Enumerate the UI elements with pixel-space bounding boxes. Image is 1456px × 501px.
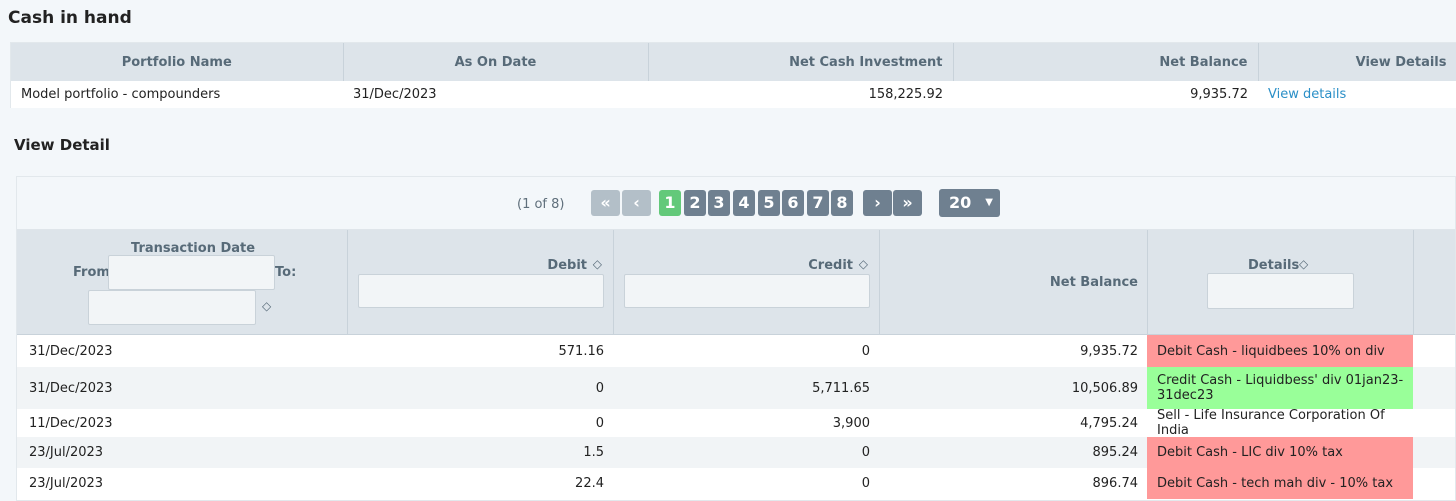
debit-filter-input[interactable] bbox=[358, 274, 604, 308]
summary-row: Model portfolio - compounders 31/Dec/202… bbox=[11, 81, 1456, 108]
date-cell: 31/Dec/2023 bbox=[29, 380, 113, 396]
prev-page-button[interactable]: ‹ bbox=[622, 190, 651, 216]
summary-table-container: Portfolio Name As On Date Net Cash Inves… bbox=[10, 42, 1456, 108]
page-button-4[interactable]: 4 bbox=[733, 190, 755, 216]
debit-cell: 571.16 bbox=[558, 343, 605, 359]
rows-per-page-value: 20 bbox=[949, 193, 972, 212]
net-balance-cell: 4,795.24 bbox=[1080, 415, 1138, 431]
net-balance-label: Net Balance bbox=[1049, 275, 1138, 290]
debit-cell: 0 bbox=[595, 415, 604, 431]
transaction-date-header: Transaction Date From: To: ◇ bbox=[17, 230, 347, 335]
net-cash-investment-cell: 158,225.92 bbox=[648, 81, 953, 108]
as-on-date-cell: 31/Dec/2023 bbox=[343, 81, 648, 108]
page-button-5[interactable]: 5 bbox=[758, 190, 780, 216]
first-page-button[interactable]: « bbox=[591, 190, 620, 216]
credit-label: Credit bbox=[808, 258, 853, 273]
sort-icon[interactable]: ◇ bbox=[262, 299, 271, 313]
credit-cell: 0 bbox=[861, 445, 870, 460]
page-button-1[interactable]: 1 bbox=[659, 190, 681, 216]
net-balance-cell: 10,506.89 bbox=[1071, 380, 1138, 396]
table-row: 11/Dec/2023 0 3,900 4,795.24 Sell - Life… bbox=[17, 408, 1455, 438]
chevron-left-icon: ‹ bbox=[633, 193, 640, 212]
paginator: (1 of 8) « ‹ 1 2 3 4 5 6 7 8 › » 20 ▼ bbox=[17, 177, 1455, 230]
credit-cell: 0 bbox=[861, 476, 870, 491]
table-row: 23/Jul/2023 22.4 0 896.74 Debit Cash - t… bbox=[17, 468, 1455, 499]
debit-cell: 22.4 bbox=[575, 476, 604, 491]
double-chevron-right-icon: » bbox=[902, 193, 913, 212]
view-details-link[interactable]: View details bbox=[1268, 87, 1346, 102]
credit-cell: 5,711.65 bbox=[812, 380, 870, 396]
debit-label: Debit bbox=[547, 258, 587, 273]
col-header-net-balance: Net Balance bbox=[953, 43, 1259, 81]
to-date-input[interactable] bbox=[88, 290, 256, 325]
credit-filter-input[interactable] bbox=[624, 274, 870, 308]
debit-cell: 0 bbox=[595, 380, 604, 396]
page-button-2[interactable]: 2 bbox=[684, 190, 706, 216]
view-detail-title: View Detail bbox=[14, 136, 110, 154]
from-date-input[interactable] bbox=[108, 255, 275, 290]
details-label: Details bbox=[1248, 258, 1300, 273]
cash-in-hand-title: Cash in hand bbox=[8, 8, 132, 28]
chevron-right-icon: › bbox=[874, 193, 881, 212]
details-filter-input[interactable] bbox=[1207, 273, 1354, 309]
details-cell: Debit Cash - LIC div 10% tax bbox=[1147, 437, 1413, 468]
detail-table-container: (1 of 8) « ‹ 1 2 3 4 5 6 7 8 › » 20 ▼ Tr… bbox=[16, 176, 1456, 501]
details-cell: Credit Cash - Liquidbess' div 01jan23-31… bbox=[1147, 367, 1413, 409]
details-cell: Debit Cash - liquidbees 10% on div bbox=[1147, 335, 1413, 367]
transaction-date-label: Transaction Date bbox=[131, 241, 256, 256]
net-balance-cell: 9,935.72 bbox=[1080, 343, 1138, 359]
extra-header bbox=[1413, 230, 1455, 335]
details-header: Details ◇ bbox=[1147, 230, 1413, 335]
sort-icon[interactable]: ◇ bbox=[1299, 257, 1308, 271]
last-page-button[interactable]: » bbox=[893, 190, 922, 216]
col-header-net-cash-investment: Net Cash Investment bbox=[648, 43, 954, 81]
detail-table-header: Transaction Date From: To: ◇ Debit ◇ Cre… bbox=[17, 230, 1455, 335]
page-button-3[interactable]: 3 bbox=[708, 190, 730, 216]
table-row: 31/Dec/2023 0 5,711.65 10,506.89 Credit … bbox=[17, 367, 1455, 409]
net-balance-cell: 895.24 bbox=[1092, 445, 1139, 460]
net-balance-header: Net Balance bbox=[879, 230, 1147, 335]
sort-icon[interactable]: ◇ bbox=[859, 257, 868, 271]
col-header-view-details: View Details bbox=[1258, 43, 1456, 81]
credit-header: Credit ◇ bbox=[613, 230, 879, 335]
col-header-as-on-date: As On Date bbox=[343, 43, 649, 81]
chevron-down-icon: ▼ bbox=[985, 197, 993, 208]
summary-table: Portfolio Name As On Date Net Cash Inves… bbox=[11, 43, 1456, 108]
details-cell: Debit Cash - tech mah div - 10% tax bbox=[1147, 468, 1413, 499]
table-row: 31/Dec/2023 571.16 0 9,935.72 Debit Cash… bbox=[17, 335, 1455, 367]
col-header-portfolio-name: Portfolio Name bbox=[11, 43, 344, 81]
next-page-button[interactable]: › bbox=[863, 190, 892, 216]
date-cell: 23/Jul/2023 bbox=[29, 445, 104, 460]
net-balance-cell: 896.74 bbox=[1092, 476, 1139, 491]
net-balance-cell: 9,935.72 bbox=[953, 81, 1258, 108]
portfolio-name-cell: Model portfolio - compounders bbox=[11, 81, 343, 108]
debit-header: Debit ◇ bbox=[347, 230, 613, 335]
page-button-7[interactable]: 7 bbox=[807, 190, 829, 216]
date-cell: 31/Dec/2023 bbox=[29, 343, 113, 359]
double-chevron-left-icon: « bbox=[600, 193, 611, 212]
credit-cell: 0 bbox=[861, 343, 870, 359]
date-cell: 11/Dec/2023 bbox=[29, 415, 113, 431]
details-cell: Sell - Life Insurance Corporation Of Ind… bbox=[1157, 408, 1385, 438]
page-button-6[interactable]: 6 bbox=[782, 190, 804, 216]
table-row: 23/Jul/2023 1.5 0 895.24 Debit Cash - LI… bbox=[17, 437, 1455, 468]
rows-per-page-select[interactable]: 20 ▼ bbox=[939, 189, 1000, 217]
page-info: (1 of 8) bbox=[517, 197, 565, 212]
credit-cell: 3,900 bbox=[832, 415, 870, 431]
sort-icon[interactable]: ◇ bbox=[593, 257, 602, 271]
date-cell: 23/Jul/2023 bbox=[29, 476, 104, 491]
page-button-8[interactable]: 8 bbox=[831, 190, 853, 216]
debit-cell: 1.5 bbox=[583, 445, 604, 460]
to-label: To: bbox=[275, 265, 297, 280]
